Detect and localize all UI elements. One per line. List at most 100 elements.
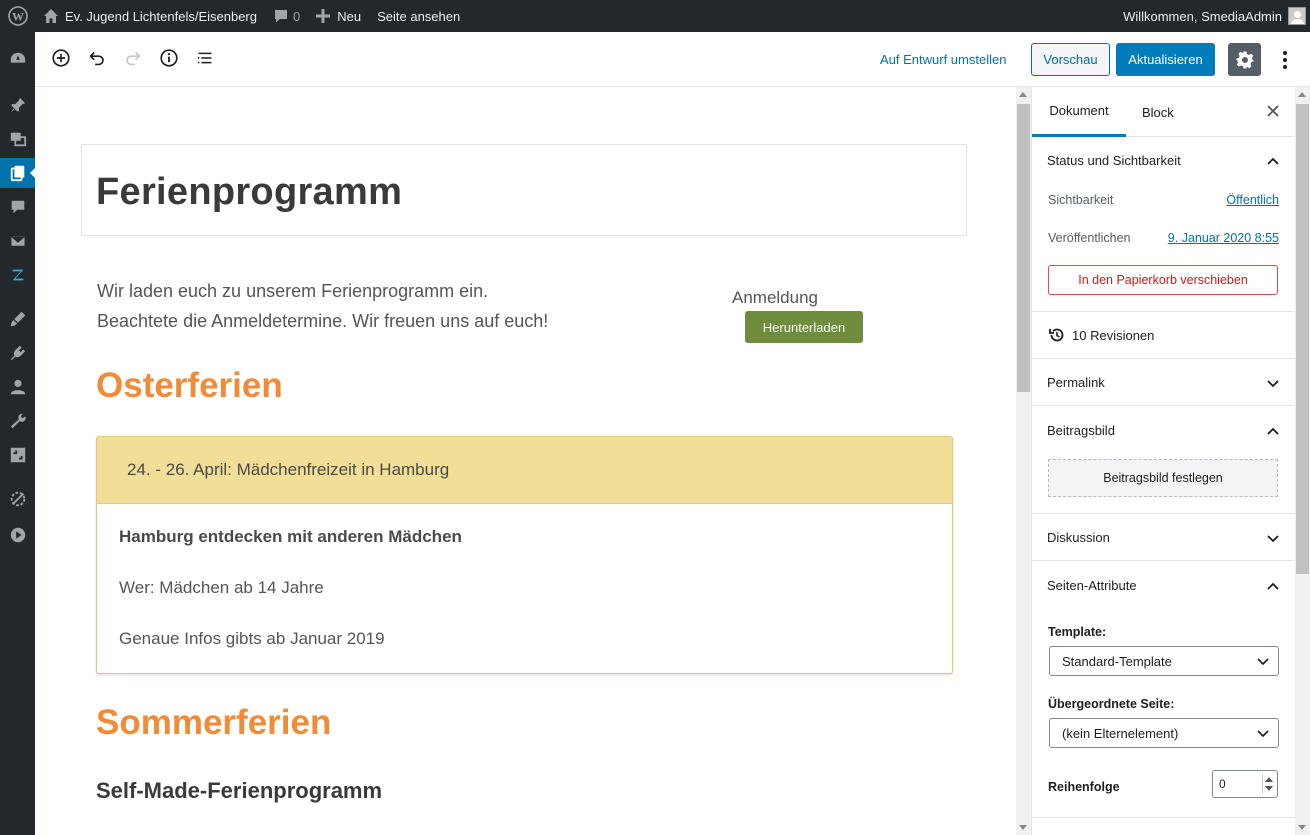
discussion-panel-toggle[interactable]: Diskussion — [1032, 514, 1295, 561]
user-account-link[interactable]: Willkommen, SmediaAdmin — [1115, 0, 1310, 32]
comments-link[interactable]: 0 — [265, 0, 308, 32]
extra-plugin-icon[interactable] — [0, 484, 35, 514]
parent-page-select[interactable]: (kein Elternelement) — [1049, 718, 1279, 748]
settings-icon[interactable] — [0, 440, 35, 470]
posts-pin-icon[interactable] — [0, 90, 35, 120]
number-spinner-icon[interactable] — [1262, 774, 1274, 794]
preview-button[interactable]: Vorschau — [1031, 43, 1110, 76]
visibility-value-link[interactable]: Öffentlich — [1226, 193, 1279, 207]
svg-text:W: W — [12, 10, 24, 24]
switch-to-draft-button[interactable]: Auf Entwurf umstellen — [880, 52, 1006, 67]
section-heading-sommerferien[interactable]: Sommerferien — [96, 703, 331, 743]
site-name: Ev. Jugend Lichtenfels/Eisenberg — [65, 8, 257, 24]
tools-icon[interactable] — [0, 406, 35, 436]
wordpress-logo-icon[interactable]: W — [0, 0, 35, 32]
move-to-trash-button[interactable]: In den Papierkorb verschieben — [1048, 265, 1278, 295]
redo-button[interactable] — [121, 46, 145, 70]
more-tools-button[interactable] — [1274, 48, 1296, 72]
download-button[interactable]: Herunterladen — [745, 311, 863, 343]
gear-icon — [1236, 51, 1253, 68]
permalink-panel-toggle[interactable]: Permalink — [1032, 359, 1295, 406]
order-value: 0 — [1219, 777, 1226, 791]
sub-heading[interactable]: Self-Made-Ferienprogramm — [96, 778, 382, 804]
order-number-input[interactable]: 0 — [1212, 770, 1278, 798]
featured-panel-title: Beitragsbild — [1047, 423, 1115, 438]
post-title-block[interactable]: Ferienprogramm — [81, 144, 967, 236]
sidebar-scroll-thumb[interactable] — [1296, 104, 1309, 574]
view-page-label: Seite ansehen — [377, 8, 461, 24]
chevron-down-icon — [1267, 535, 1279, 543]
play-icon[interactable] — [0, 520, 35, 550]
accordion-block[interactable]: 24. - 26. April: Mädchenfreizeit in Hamb… — [96, 436, 953, 674]
update-button[interactable]: Aktualisieren — [1116, 43, 1215, 76]
new-content-link[interactable]: Neu — [308, 0, 369, 32]
publish-date-link[interactable]: 9. Januar 2020 8:55 — [1168, 231, 1279, 245]
plus-circle-icon — [52, 49, 70, 67]
tab-document[interactable]: Dokument — [1032, 87, 1126, 137]
section-heading-osterferien[interactable]: Osterferien — [96, 366, 283, 406]
template-value: Standard-Template — [1062, 653, 1172, 669]
settings-toggle-button[interactable] — [1228, 43, 1261, 76]
template-select[interactable]: Standard-Template — [1049, 646, 1279, 676]
content-scrollbar[interactable] — [1016, 87, 1031, 835]
vertical-ellipsis-icon — [1283, 51, 1287, 69]
close-sidebar-button[interactable] — [1264, 102, 1282, 120]
view-page-link[interactable]: Seite ansehen — [369, 0, 468, 32]
revisions-label: 10 Revisionen — [1072, 327, 1155, 343]
plus-icon — [316, 9, 331, 23]
post-title[interactable]: Ferienprogramm — [96, 171, 402, 214]
comments-icon[interactable] — [0, 192, 35, 222]
scroll-up-arrow-icon[interactable] — [1019, 92, 1027, 97]
publish-label: Veröffentlichen — [1048, 231, 1131, 245]
chevron-down-icon — [1257, 658, 1269, 666]
users-icon[interactable] — [0, 372, 35, 402]
scroll-up-arrow-icon[interactable] — [1298, 92, 1306, 97]
plugins-icon[interactable] — [0, 338, 35, 368]
permalink-panel-title: Permalink — [1047, 374, 1105, 390]
editor-canvas: Ferienprogramm Wir laden euch zu unserem… — [35, 87, 1016, 835]
set-featured-image-button[interactable]: Beitragsbild festlegen — [1048, 459, 1278, 497]
chevron-up-icon — [1267, 157, 1279, 165]
appearance-icon[interactable] — [0, 304, 35, 334]
chevron-down-icon — [1267, 380, 1279, 388]
mail-icon[interactable] — [0, 226, 35, 256]
comments-count: 0 — [293, 8, 301, 24]
home-icon — [44, 9, 58, 23]
chevron-up-icon — [1267, 582, 1279, 590]
admin-sidebar-menu — [0, 32, 36, 835]
status-visibility-panel-toggle[interactable]: Status und Sichtbarkeit — [1032, 137, 1295, 184]
add-block-button[interactable] — [49, 46, 73, 70]
media-icon[interactable] — [0, 124, 35, 154]
discussion-panel-title: Diskussion — [1047, 529, 1110, 545]
content-info-button[interactable] — [157, 46, 181, 70]
undo-button[interactable] — [85, 46, 109, 70]
info-icon — [160, 49, 178, 67]
dashboard-icon[interactable] — [0, 44, 35, 74]
page-attributes-panel-toggle[interactable]: Seiten-Attribute — [1032, 562, 1295, 609]
plugin-z-icon[interactable] — [0, 260, 35, 290]
block-navigation-button[interactable] — [193, 46, 217, 70]
scroll-down-arrow-icon[interactable] — [1019, 825, 1027, 830]
accordion-header[interactable]: 24. - 26. April: Mädchenfreizeit in Hamb… — [97, 437, 952, 504]
revisions-link[interactable]: 10 Revisionen — [1032, 312, 1295, 359]
close-icon — [1267, 105, 1279, 117]
sidebar-scrollbar[interactable] — [1295, 87, 1310, 835]
scroll-down-arrow-icon[interactable] — [1298, 825, 1306, 830]
intro-line-1[interactable]: Wir laden euch zu unserem Ferienprogramm… — [97, 281, 488, 302]
pages-icon[interactable] — [0, 158, 36, 188]
content-scroll-thumb[interactable] — [1017, 104, 1030, 392]
featured-image-panel-toggle[interactable]: Beitragsbild — [1032, 407, 1295, 454]
order-label: Reihenfolge — [1048, 780, 1120, 794]
sidebar-tabs: Dokument Block — [1032, 87, 1295, 137]
accordion-line-3[interactable]: Genaue Infos gibts ab Januar 2019 — [119, 629, 385, 649]
divider — [1032, 817, 1295, 818]
accordion-line-2[interactable]: Wer: Mädchen ab 14 Jahre — [119, 578, 324, 598]
parent-page-label: Übergeordnete Seite: — [1048, 697, 1175, 711]
list-icon — [197, 52, 212, 64]
undo-icon — [89, 51, 104, 66]
tab-block[interactable]: Block — [1142, 87, 1174, 137]
site-name-link[interactable]: Ev. Jugend Lichtenfels/Eisenberg — [35, 0, 265, 32]
intro-line-2[interactable]: Beachtete die Anmeldetermine. Wir freuen… — [97, 311, 548, 332]
accordion-line-1[interactable]: Hamburg entdecken mit anderen Mädchen — [119, 527, 462, 547]
avatar — [1288, 7, 1306, 25]
